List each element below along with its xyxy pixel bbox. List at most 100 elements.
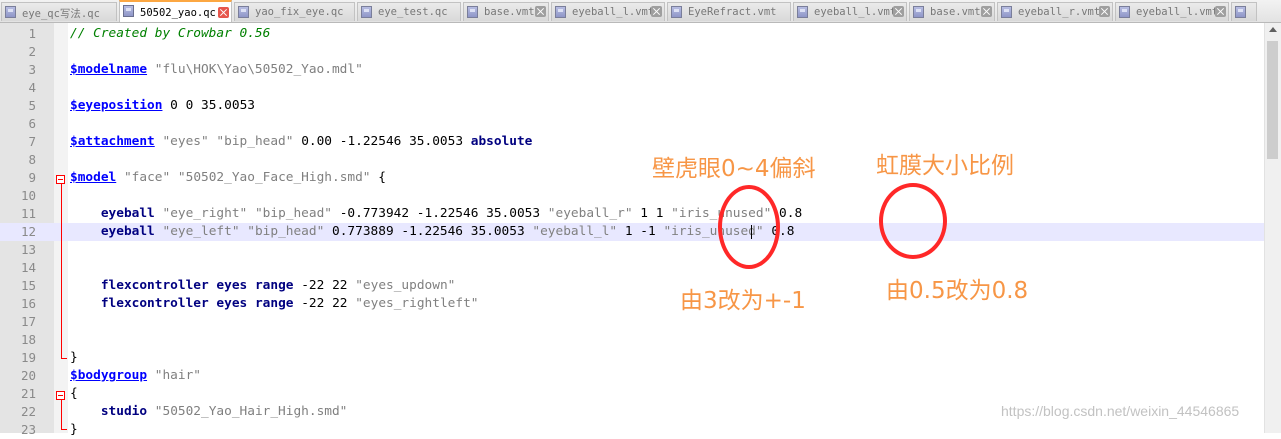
close-tab-icon[interactable]: [651, 6, 662, 17]
line-number: 15: [20, 278, 36, 293]
code-line[interactable]: 9 $model "face" "50502_Yao_Face_High.smd…: [0, 169, 1265, 187]
code-line[interactable]: 3 $modelname "flu\HOK\Yao\50502_Yao.mdl": [0, 61, 1265, 79]
close-tab-icon[interactable]: [535, 6, 546, 17]
code-line[interactable]: 18: [0, 331, 1265, 349]
code-line[interactable]: 1 // Created by Crowbar 0.56: [0, 25, 1265, 43]
file-icon: [797, 6, 808, 18]
tab-eye-qc-notes[interactable]: eye_qc写法.qc: [1, 2, 117, 21]
code-line[interactable]: 17: [0, 313, 1265, 331]
line-number: 23: [20, 422, 36, 437]
code-text: }: [70, 422, 78, 437]
file-icon: [1001, 6, 1012, 18]
tab-eye-test-qc[interactable]: eye_test.qc: [357, 2, 461, 21]
code-text: $bodygroup "hair": [70, 368, 201, 383]
fold-end-marker: [61, 358, 67, 359]
line-number: 6: [28, 116, 36, 131]
file-icon: [555, 6, 566, 18]
code-text: flexcontroller eyes range -22 22 "eyes_u…: [100, 278, 456, 293]
code-line[interactable]: 10: [0, 187, 1265, 205]
line-number: 3: [28, 62, 36, 77]
code-line[interactable]: 20 $bodygroup "hair": [0, 367, 1265, 385]
code-line[interactable]: 15 flexcontroller eyes range -22 22 "eye…: [0, 277, 1265, 295]
code-text: // Created by Crowbar 0.56: [70, 26, 271, 41]
line-number: 7: [28, 134, 36, 149]
code-line[interactable]: 14: [0, 259, 1265, 277]
file-icon: [467, 6, 478, 18]
tab-eyerefract-vmt[interactable]: EyeRefract.vmt: [667, 2, 791, 21]
close-tab-icon[interactable]: [1099, 6, 1110, 17]
tab-base-vmt[interactable]: base.vmt: [463, 2, 549, 21]
line-number: 5: [28, 98, 36, 113]
line-number: 22: [20, 404, 36, 419]
code-text: flexcontroller eyes range -22 22 "eyes_r…: [100, 296, 479, 311]
code-text: $model "face" "50502_Yao_Face_High.smd" …: [70, 170, 386, 185]
code-line[interactable]: 21 {: [0, 385, 1265, 403]
file-icon: [123, 5, 134, 17]
scrollbar-thumb[interactable]: [1267, 41, 1278, 159]
line-number: 2: [28, 44, 36, 59]
tab-label: base.vmt: [930, 6, 981, 18]
code-line[interactable]: 23 }: [0, 421, 1265, 439]
fold-line: [61, 400, 62, 430]
annotation-iris-scale: 虹膜大小比例: [876, 153, 1014, 179]
code-line[interactable]: 13: [0, 241, 1265, 259]
fold-end-marker: [61, 429, 67, 430]
code-text: $modelname "flu\HOK\Yao\50502_Yao.mdl": [70, 62, 363, 77]
vertical-scrollbar[interactable]: [1264, 23, 1281, 433]
tab-50502-yao-qc[interactable]: 50502_yao.qc: [119, 0, 232, 22]
tab-label: eye_qc写法.qc: [22, 8, 100, 20]
code-text: eyeball "eye_right" "bip_head" -0.773942…: [100, 206, 803, 221]
tab-eyeball-l-vmt-2[interactable]: eyeball_l.vmt: [793, 2, 907, 21]
file-icon: [671, 6, 682, 18]
line-number: 11: [20, 206, 36, 221]
close-tab-icon[interactable]: [981, 6, 992, 17]
code-text: eyeball "eye_left" "bip_head" 0.773889 -…: [100, 224, 795, 239]
file-icon: [1119, 6, 1130, 18]
file-icon: [5, 6, 16, 18]
code-line[interactable]: 4: [0, 79, 1265, 97]
tab-label: eyeball_r.vmt: [1018, 6, 1101, 18]
code-text: $eyeposition 0 0 35.0053: [70, 98, 255, 113]
tab-bar: eye_qc写法.qc 50502_yao.qc yao_fix_eye.qc …: [0, 0, 1281, 23]
tab-eyeball-r-vmt[interactable]: eyeball_r.vmt: [997, 2, 1113, 21]
tab-label: yao_fix_eye.qc: [255, 6, 344, 18]
tab-label: EyeRefract.vmt: [688, 6, 777, 18]
line-number: 13: [20, 242, 36, 257]
annotation-gecko-eye: 壁虎眼0~4偏斜: [652, 156, 816, 182]
code-line[interactable]: 16 flexcontroller eyes range -22 22 "eye…: [0, 295, 1265, 313]
tab-eyeball-l-vmt-3[interactable]: eyeball_l.vmt: [1115, 2, 1229, 21]
tab-label: eyeball_l.vmt: [814, 6, 897, 18]
code-line[interactable]: 7 $attachment "eyes" "bip_head" 0.00 -1.…: [0, 133, 1265, 151]
tab-eyeball-l-vmt[interactable]: eyeball_l.vmt: [551, 2, 665, 21]
file-icon: [1235, 6, 1246, 18]
code-text: {: [70, 386, 78, 401]
line-number: 9: [28, 170, 36, 185]
close-tab-icon[interactable]: [218, 7, 229, 18]
code-text: $attachment "eyes" "bip_head" 0.00 -1.22…: [70, 134, 533, 149]
code-line-current[interactable]: 12 eyeball "eye_left" "bip_head" 0.77388…: [0, 223, 1265, 241]
code-line[interactable]: 6: [0, 115, 1265, 133]
code-line[interactable]: 5 $eyeposition 0 0 35.0053: [0, 97, 1265, 115]
annotation-changed-to-pm1: 由3改为+-1: [680, 288, 806, 314]
line-number: 14: [20, 260, 36, 275]
fold-toggle-icon[interactable]: [56, 175, 65, 184]
code-text: }: [70, 350, 78, 365]
scroll-up-arrow-icon[interactable]: [1269, 27, 1277, 32]
tab-label: eyeball_l.vmt: [1136, 6, 1219, 18]
fold-toggle-icon[interactable]: [56, 391, 65, 400]
tab-yao-fix-eye-qc[interactable]: yao_fix_eye.qc: [234, 2, 355, 21]
line-number: 17: [20, 314, 36, 329]
tab-base-vmt-2[interactable]: base.vmt: [909, 2, 995, 21]
line-number: 10: [20, 188, 36, 203]
code-line[interactable]: 11 eyeball "eye_right" "bip_head" -0.773…: [0, 205, 1265, 223]
line-number: 8: [28, 152, 36, 167]
close-tab-icon[interactable]: [893, 6, 904, 17]
code-line[interactable]: 8: [0, 151, 1265, 169]
code-line[interactable]: 19 }: [0, 349, 1265, 367]
code-editor[interactable]: 1 // Created by Crowbar 0.56 2 3 $modeln…: [0, 23, 1281, 437]
fold-line: [61, 184, 62, 359]
code-line[interactable]: 2: [0, 43, 1265, 61]
annotation-changed-to-0-8: 由0.5改为0.8: [886, 278, 1029, 304]
close-tab-icon[interactable]: [1215, 6, 1226, 17]
tab-overflow[interactable]: [1231, 2, 1257, 21]
